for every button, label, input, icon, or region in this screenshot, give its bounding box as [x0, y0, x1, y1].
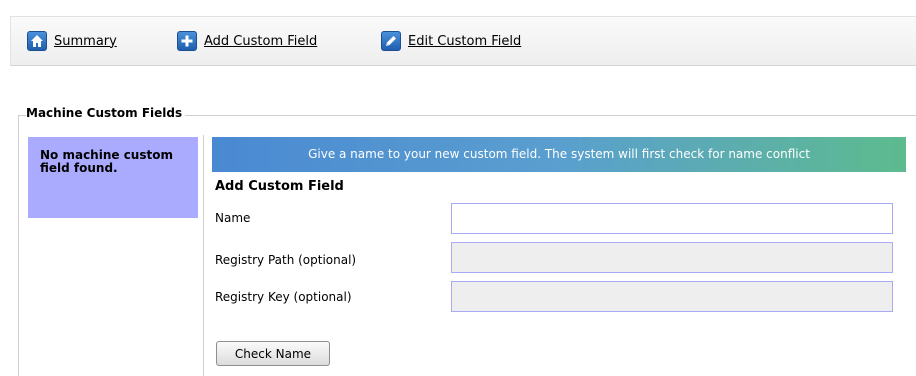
toolbar: Summary Add Custom Field Edit Custom Fie… — [10, 16, 916, 66]
check-name-button[interactable]: Check Name — [216, 341, 330, 366]
pencil-icon — [381, 31, 401, 51]
add-custom-field-link[interactable]: Add Custom Field — [177, 30, 317, 52]
edit-custom-field-link[interactable]: Edit Custom Field — [381, 30, 521, 52]
edit-custom-field-link-label: Edit Custom Field — [408, 33, 522, 49]
panel-legend: Machine Custom Fields — [26, 106, 186, 120]
form-title: Add Custom Field — [215, 179, 344, 194]
name-label: Name — [215, 211, 251, 225]
empty-message: No machine custom field found. — [28, 137, 198, 218]
name-input[interactable] — [451, 203, 893, 234]
registry-path-input[interactable] — [451, 242, 893, 273]
registry-key-input[interactable] — [451, 281, 893, 312]
plus-icon — [177, 31, 197, 51]
info-banner: Give a name to your new custom field. Th… — [212, 137, 906, 172]
registry-path-label: Registry Path (optional) — [215, 253, 357, 267]
summary-link[interactable]: Summary — [27, 30, 117, 52]
home-icon — [27, 31, 47, 51]
registry-key-label: Registry Key (optional) — [215, 290, 352, 304]
add-custom-field-link-label: Add Custom Field — [204, 33, 318, 49]
summary-link-label: Summary — [54, 33, 117, 49]
